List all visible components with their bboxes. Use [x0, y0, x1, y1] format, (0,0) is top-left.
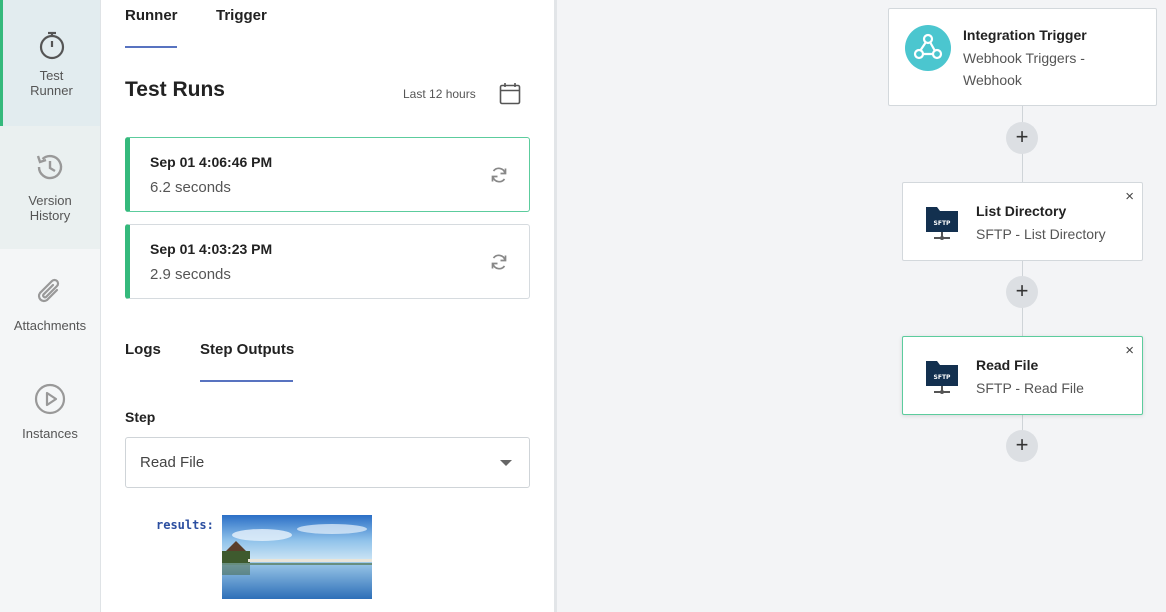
- nav-version-history[interactable]: Version History: [0, 126, 100, 249]
- nav-instances[interactable]: Instances: [0, 383, 100, 443]
- sftp-folder-icon: SFTP: [925, 203, 959, 246]
- step-card-subtitle: SFTP - Read File: [976, 380, 1084, 396]
- step-select-value: Read File: [140, 454, 205, 471]
- rerun-icon[interactable]: [489, 252, 509, 277]
- nav-attachments[interactable]: Attachments: [0, 276, 100, 336]
- step-card-list-directory[interactable]: SFTP List Directory SFTP - List Director…: [902, 182, 1143, 261]
- test-run-duration: 2.9 seconds: [150, 266, 231, 283]
- step-card-read-file[interactable]: SFTP Read File SFTP - Read File ×: [902, 336, 1143, 415]
- nav-instances-label: Instances: [22, 426, 78, 441]
- test-run-duration: 6.2 seconds: [150, 179, 231, 196]
- close-icon[interactable]: ×: [1125, 189, 1134, 204]
- test-run-card[interactable]: Sep 01 4:06:46 PM 6.2 seconds: [125, 137, 530, 212]
- nav-attachments-label: Attachments: [13, 318, 87, 333]
- result-image: [222, 515, 372, 599]
- nav-test-runner-label-1: Test: [39, 68, 64, 83]
- step-card-subtitle: SFTP - List Directory: [976, 226, 1106, 242]
- test-runner-panel: Runner Trigger Test Runs Last 12 hours S…: [101, 0, 554, 612]
- history-icon: [33, 150, 67, 184]
- chevron-down-icon: [500, 460, 512, 466]
- flow-canvas: Integration Trigger Webhook Triggers - W…: [557, 0, 1166, 612]
- tab-runner[interactable]: Runner: [125, 7, 178, 24]
- step-card-title: List Directory: [976, 203, 1067, 219]
- step-select[interactable]: Read File: [125, 437, 530, 488]
- left-nav: Test Runner Version History Attachments: [0, 0, 101, 612]
- tab-step-outputs[interactable]: Step Outputs: [200, 341, 294, 358]
- test-run-card[interactable]: Sep 01 4:03:23 PM 2.9 seconds: [125, 224, 530, 299]
- add-step-button[interactable]: +: [1006, 430, 1038, 462]
- webhook-icon: [905, 25, 951, 76]
- time-range-label: Last 12 hours: [403, 87, 476, 101]
- nav-version-history-label-2: History: [29, 208, 71, 223]
- trigger-card-subtitle-1: Webhook Triggers -: [963, 50, 1085, 66]
- nav-test-runner-label-2: Runner: [30, 83, 73, 98]
- close-icon[interactable]: ×: [1125, 343, 1134, 358]
- trigger-card-title: Integration Trigger: [963, 27, 1087, 43]
- nav-version-history-label-1: Version: [28, 193, 72, 208]
- step-label: Step: [125, 409, 156, 425]
- step-card-title: Read File: [976, 357, 1039, 373]
- trigger-card-subtitle-2: Webhook: [963, 72, 1022, 88]
- results-key: results:: [156, 518, 214, 532]
- trigger-card[interactable]: Integration Trigger Webhook Triggers - W…: [888, 8, 1157, 106]
- tab-logs[interactable]: Logs: [125, 341, 161, 358]
- paperclip-icon: [35, 276, 65, 308]
- sftp-folder-icon: SFTP: [925, 357, 959, 400]
- rerun-icon[interactable]: [489, 165, 509, 190]
- nav-test-runner[interactable]: Test Runner: [0, 0, 100, 126]
- play-circle-icon: [34, 383, 66, 415]
- calendar-icon[interactable]: [499, 82, 521, 111]
- test-run-time: Sep 01 4:03:23 PM: [150, 241, 273, 257]
- page-title: Test Runs: [125, 78, 225, 101]
- sftp-icon-text: SFTP: [934, 374, 952, 381]
- stopwatch-icon: [38, 30, 66, 60]
- test-run-time: Sep 01 4:06:46 PM: [150, 154, 273, 170]
- tab-trigger[interactable]: Trigger: [216, 7, 267, 24]
- sftp-icon-text: SFTP: [934, 220, 952, 227]
- tab-runner-underline: [125, 46, 177, 48]
- add-step-button[interactable]: +: [1006, 276, 1038, 308]
- add-step-button[interactable]: +: [1006, 122, 1038, 154]
- tab-step-outputs-underline: [200, 380, 293, 382]
